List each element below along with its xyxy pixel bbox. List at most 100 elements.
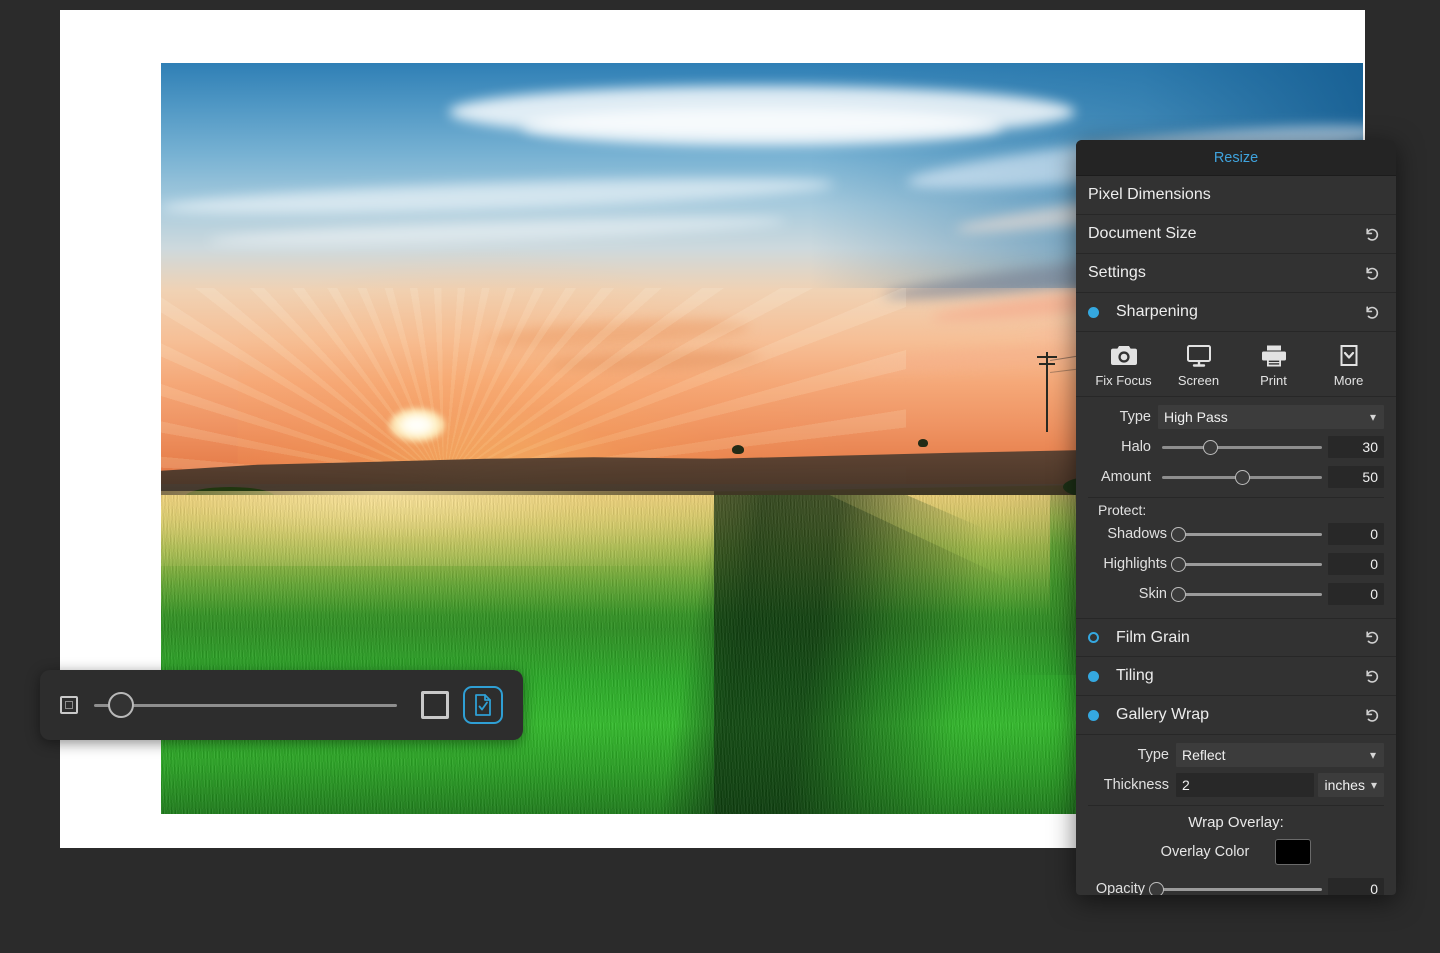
amount-value[interactable]: 50: [1328, 466, 1384, 488]
halo-value[interactable]: 30: [1328, 436, 1384, 458]
zoom-slider-track[interactable]: [94, 704, 397, 707]
halo-slider-handle[interactable]: [1203, 440, 1218, 455]
shadows-label: Shadows: [1088, 526, 1174, 542]
wrap-type-dropdown[interactable]: Reflect ▾: [1176, 743, 1384, 767]
chevron-down-icon: ▾: [1370, 410, 1376, 424]
halo-slider[interactable]: [1162, 436, 1322, 458]
opacity-row[interactable]: Opacity 0: [1088, 875, 1384, 895]
skin-slider-handle[interactable]: [1171, 587, 1186, 602]
preset-label: Fix Focus: [1095, 373, 1151, 388]
section-tiling[interactable]: Tiling: [1076, 657, 1396, 696]
skin-slider-track[interactable]: [1178, 593, 1322, 596]
preset-label: Screen: [1178, 373, 1219, 388]
zoom-slider[interactable]: [94, 691, 397, 719]
thickness-label: Thickness: [1088, 777, 1176, 793]
highlights-slider-track[interactable]: [1178, 563, 1322, 566]
skin-slider[interactable]: [1178, 583, 1322, 605]
revert-icon[interactable]: [1362, 705, 1382, 725]
wrap-type-label: Type: [1088, 747, 1176, 763]
chevron-down-box-icon: [1334, 344, 1364, 368]
section-document-size[interactable]: Document Size: [1076, 215, 1396, 254]
utility-pole: [1046, 352, 1048, 432]
overlay-color-row[interactable]: Overlay Color: [1088, 837, 1384, 875]
chevron-down-icon: ▾: [1371, 778, 1377, 792]
revert-icon[interactable]: [1362, 263, 1382, 283]
large-square-icon[interactable]: [421, 691, 449, 719]
opacity-slider-track[interactable]: [1156, 888, 1322, 891]
app-root: Resize Pixel Dimensions Document Size Se…: [0, 0, 1440, 953]
thickness-unit-value: inches: [1325, 777, 1365, 793]
camera-icon: [1109, 344, 1139, 368]
sharpening-type-value: High Pass: [1164, 409, 1370, 425]
wrap-overlay-header: Wrap Overlay:: [1088, 806, 1384, 837]
section-sharpening[interactable]: Sharpening: [1076, 293, 1396, 332]
cloud-band: [522, 108, 1003, 146]
revert-icon[interactable]: [1362, 224, 1382, 244]
skin-label: Skin: [1088, 586, 1174, 602]
chevron-down-icon: ▾: [1370, 748, 1376, 762]
panel-title-bar[interactable]: Resize: [1076, 140, 1396, 176]
highlights-slider-handle[interactable]: [1171, 557, 1186, 572]
small-square-icon[interactable]: [60, 696, 78, 714]
shadows-slider[interactable]: [1178, 523, 1322, 545]
halo-row[interactable]: Halo 30: [1088, 433, 1384, 461]
wrap-type-row[interactable]: Type Reflect ▾: [1088, 741, 1384, 769]
amount-slider[interactable]: [1162, 466, 1322, 488]
gallery-wrap-controls: Type Reflect ▾ Thickness 2 inches ▾ Wrap…: [1076, 735, 1396, 895]
resize-panel[interactable]: Resize Pixel Dimensions Document Size Se…: [1076, 140, 1396, 895]
tree: [918, 439, 928, 447]
preset-label: More: [1334, 373, 1364, 388]
fit-to-page-icon[interactable]: [463, 686, 503, 724]
sharpening-type-dropdown[interactable]: High Pass ▾: [1158, 405, 1384, 429]
opacity-value[interactable]: 0: [1328, 878, 1384, 895]
highlights-row[interactable]: Highlights 0: [1088, 550, 1384, 578]
section-label: Sharpening: [1106, 303, 1362, 321]
revert-icon[interactable]: [1362, 628, 1382, 648]
section-settings[interactable]: Settings: [1076, 254, 1396, 293]
revert-icon[interactable]: [1362, 666, 1382, 686]
section-pixel-dimensions[interactable]: Pixel Dimensions: [1076, 176, 1396, 215]
skin-value[interactable]: 0: [1328, 583, 1384, 605]
section-label: Gallery Wrap: [1106, 706, 1362, 724]
overlay-color-swatch[interactable]: [1275, 839, 1311, 865]
thickness-unit-dropdown[interactable]: inches ▾: [1318, 773, 1385, 797]
monitor-icon: [1184, 344, 1214, 368]
thickness-input[interactable]: 2: [1176, 773, 1314, 797]
sharpening-preset-row[interactable]: Fix Focus Screen: [1076, 332, 1396, 397]
shadows-value[interactable]: 0: [1328, 523, 1384, 545]
sharpening-type-row[interactable]: Type High Pass ▾: [1088, 403, 1384, 431]
tiling-toggle-dot[interactable]: [1088, 671, 1099, 682]
film-grain-toggle-dot[interactable]: [1088, 632, 1099, 643]
section-film-grain[interactable]: Film Grain: [1076, 618, 1396, 657]
revert-icon[interactable]: [1362, 302, 1382, 322]
skin-row[interactable]: Skin 0: [1088, 580, 1384, 608]
amount-row[interactable]: Amount 50: [1088, 463, 1384, 491]
highlights-value[interactable]: 0: [1328, 553, 1384, 575]
thickness-row[interactable]: Thickness 2 inches ▾: [1088, 771, 1384, 799]
preset-screen-button[interactable]: Screen: [1161, 344, 1236, 388]
preset-more-button[interactable]: More: [1311, 344, 1386, 388]
opacity-slider-handle[interactable]: [1149, 882, 1164, 896]
printer-icon: [1259, 344, 1289, 368]
preset-print-button[interactable]: Print: [1236, 344, 1311, 388]
amount-label: Amount: [1088, 469, 1158, 485]
opacity-slider[interactable]: [1156, 878, 1322, 895]
sharpening-toggle-dot[interactable]: [1088, 307, 1099, 318]
zoom-toolbar[interactable]: [40, 670, 523, 740]
wrap-type-value: Reflect: [1182, 747, 1370, 763]
section-label: Tiling: [1106, 667, 1362, 685]
section-label: Settings: [1088, 264, 1362, 282]
preset-fix-focus-button[interactable]: Fix Focus: [1086, 344, 1161, 388]
gallery-wrap-toggle-dot[interactable]: [1088, 710, 1099, 721]
panel-title-text: Resize: [1214, 150, 1258, 166]
shadows-slider-track[interactable]: [1178, 533, 1322, 536]
halo-label: Halo: [1088, 439, 1158, 455]
section-label: Film Grain: [1106, 629, 1362, 647]
shadows-slider-handle[interactable]: [1171, 527, 1186, 542]
amount-slider-handle[interactable]: [1235, 470, 1250, 485]
highlights-slider[interactable]: [1178, 553, 1322, 575]
halo-slider-track[interactable]: [1162, 446, 1322, 449]
zoom-slider-handle[interactable]: [108, 692, 134, 718]
section-gallery-wrap[interactable]: Gallery Wrap: [1076, 696, 1396, 735]
shadows-row[interactable]: Shadows 0: [1088, 520, 1384, 548]
